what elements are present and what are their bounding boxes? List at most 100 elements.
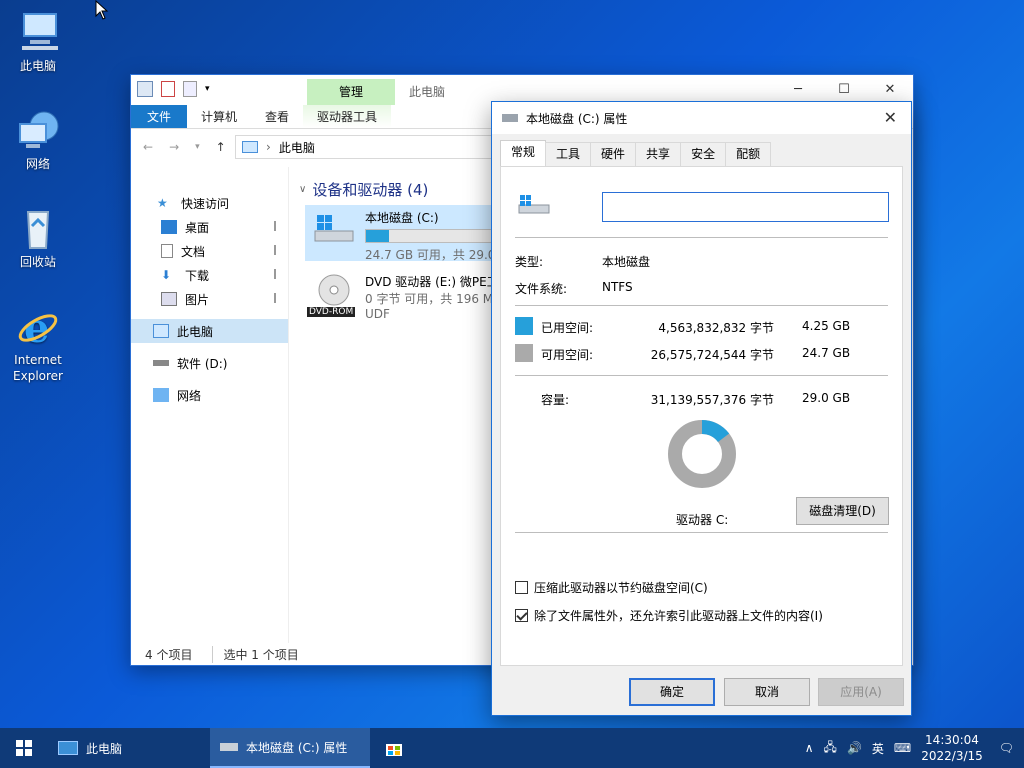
- tab-view[interactable]: 查看: [251, 105, 303, 128]
- nav-label: 下载: [185, 268, 210, 283]
- tab-sharing[interactable]: 共享: [635, 142, 682, 166]
- drive-letter-label: 驱动器 C:: [676, 513, 729, 527]
- used-space-label: 已用空间:: [541, 321, 594, 335]
- up-icon[interactable]: ↑: [216, 140, 226, 154]
- tab-tools[interactable]: 工具: [545, 142, 592, 166]
- used-space-bytes: 4,563,832,832 字节: [658, 321, 774, 335]
- taskbar-store-button[interactable]: [370, 728, 418, 768]
- desktop-icon-recycle-bin[interactable]: 回收站: [0, 206, 76, 270]
- drive-icon: [502, 114, 518, 122]
- checkbox-box[interactable]: [515, 609, 528, 622]
- ime-keyboard-icon[interactable]: ⌨: [894, 741, 911, 755]
- window-title: 此电脑: [409, 85, 446, 99]
- nav-label: 网络: [177, 388, 202, 403]
- checkbox-label: 压缩此驱动器以节约磁盘空间(C): [534, 581, 708, 595]
- system-tray: ∧ 🖧 🔊 英 ⌨ 14:30:04 2022/3/15 🗨: [805, 728, 1024, 768]
- breadcrumb[interactable]: 此电脑: [279, 139, 315, 156]
- context-tab-manage[interactable]: 管理: [307, 79, 395, 105]
- used-space-gb: 4.25 GB: [802, 319, 851, 333]
- nav-this-pc[interactable]: 此电脑: [131, 319, 288, 343]
- desktop-icon-this-pc[interactable]: 此电脑: [0, 10, 76, 74]
- nav-desktop[interactable]: 桌面: [131, 215, 288, 239]
- free-space-label: 可用空间:: [541, 348, 594, 362]
- tab-computer[interactable]: 计算机: [187, 105, 251, 128]
- tab-hardware[interactable]: 硬件: [590, 142, 637, 166]
- used-space-swatch: [515, 317, 533, 335]
- capacity-label: 容量:: [541, 393, 570, 407]
- desktop-icon-label: Internet Explorer: [13, 353, 63, 383]
- index-contents-checkbox[interactable]: 除了文件属性外，还允许索引此驱动器上文件的内容(I): [515, 607, 823, 624]
- start-button[interactable]: [0, 728, 48, 768]
- volume-label-input[interactable]: [602, 192, 889, 222]
- computer-icon: [14, 10, 62, 54]
- computer-icon: [242, 141, 258, 153]
- chevron-down-icon[interactable]: ∨: [299, 184, 306, 195]
- dialog-titlebar[interactable]: 本地磁盘 (C:) 属性 ✕: [492, 102, 911, 134]
- desktop-icon-network[interactable]: 网络: [0, 108, 76, 172]
- tab-drive-tools[interactable]: 驱动器工具: [303, 105, 392, 128]
- back-icon[interactable]: ←: [143, 140, 153, 154]
- disk-cleanup-button[interactable]: 磁盘清理(D): [796, 497, 889, 525]
- taskbar-item-this-pc[interactable]: 此电脑: [48, 728, 210, 768]
- show-hidden-icons-icon[interactable]: ∧: [805, 741, 814, 755]
- windows-drive-icon: [517, 193, 551, 219]
- forward-icon[interactable]: →: [169, 140, 179, 154]
- cancel-button[interactable]: 取消: [724, 678, 810, 706]
- apply-button[interactable]: 应用(A): [818, 678, 904, 706]
- filesystem-value: NTFS: [602, 280, 633, 294]
- network-icon: [153, 388, 169, 402]
- network-icon: [14, 108, 62, 152]
- nav-drive-d[interactable]: 软件 (D:): [131, 351, 288, 375]
- notifications-icon[interactable]: 🗨: [999, 741, 1014, 755]
- close-icon[interactable]: ✕: [884, 108, 897, 127]
- nav-label: 快速访问: [181, 196, 230, 211]
- dialog-tabs: 常规 工具 硬件 共享 安全 配额: [500, 140, 772, 166]
- download-arrow-icon: ⬇: [161, 268, 172, 282]
- free-space-bytes: 26,575,724,544 字节: [650, 348, 774, 362]
- nav-documents[interactable]: 文档: [131, 239, 288, 263]
- windows-logo-icon: [16, 740, 32, 756]
- ime-mode[interactable]: 英: [872, 740, 884, 757]
- volume-icon[interactable]: 🔊: [847, 741, 862, 755]
- tab-quota[interactable]: 配额: [725, 142, 772, 166]
- computer-icon: [137, 81, 153, 97]
- nav-downloads[interactable]: ⬇ 下载: [131, 263, 288, 287]
- clock[interactable]: 14:30:04 2022/3/15: [921, 732, 983, 764]
- dvd-rom-badge: DVD-ROM: [307, 307, 356, 317]
- breadcrumb-chevron-icon[interactable]: ›: [266, 140, 271, 154]
- compress-drive-checkbox[interactable]: 压缩此驱动器以节约磁盘空间(C): [515, 579, 708, 596]
- properties-dialog[interactable]: 本地磁盘 (C:) 属性 ✕ 常规 工具 硬件 共享 安全 配额 类型: 本地磁…: [491, 101, 912, 716]
- recycle-bin-icon: [14, 206, 62, 250]
- group-header-label: 设备和驱动器 (4): [312, 181, 429, 199]
- desktop-icon-label: 此电脑: [19, 59, 56, 73]
- nav-pictures[interactable]: 图片: [131, 287, 288, 311]
- tab-security[interactable]: 安全: [680, 142, 727, 166]
- tab-general[interactable]: 常规: [500, 140, 547, 166]
- pin-icon[interactable]: [274, 221, 282, 231]
- pin-icon[interactable]: [274, 269, 282, 279]
- checkbox-box[interactable]: [515, 581, 528, 594]
- desktop-folder-icon: [161, 220, 177, 234]
- store-icon: [386, 744, 402, 756]
- quick-access-toolbar: ▾: [137, 81, 210, 97]
- drive-icon: [220, 743, 238, 751]
- network-status-icon[interactable]: 🖧: [824, 738, 837, 759]
- pin-icon[interactable]: [274, 245, 282, 255]
- drive-free-info: 0 字节 可用，共 196 M: [365, 292, 494, 306]
- nav-network[interactable]: 网络: [131, 383, 288, 407]
- new-folder-icon[interactable]: [183, 81, 197, 97]
- computer-icon: [153, 324, 169, 338]
- navigation-pane: ★ 快速访问 桌面 文档 ⬇ 下载 图片 此电脑 软件 (D:) 网络: [131, 167, 289, 643]
- qat-dropdown-icon[interactable]: ▾: [205, 84, 210, 94]
- recent-dropdown-icon[interactable]: ▾: [195, 142, 200, 152]
- tab-file[interactable]: 文件: [131, 105, 187, 128]
- taskbar-item-properties[interactable]: 本地磁盘 (C:) 属性: [210, 728, 370, 768]
- checkbox-label: 除了文件属性外，还允许索引此驱动器上文件的内容(I): [534, 609, 823, 623]
- ok-button[interactable]: 确定: [629, 678, 715, 706]
- properties-icon[interactable]: [161, 81, 175, 97]
- nav-quick-access[interactable]: ★ 快速访问: [131, 191, 288, 215]
- pin-icon[interactable]: [274, 293, 282, 303]
- desktop-icon-ie[interactable]: e Internet Explorer: [0, 304, 76, 384]
- documents-icon: [161, 244, 173, 258]
- computer-icon: [58, 741, 78, 755]
